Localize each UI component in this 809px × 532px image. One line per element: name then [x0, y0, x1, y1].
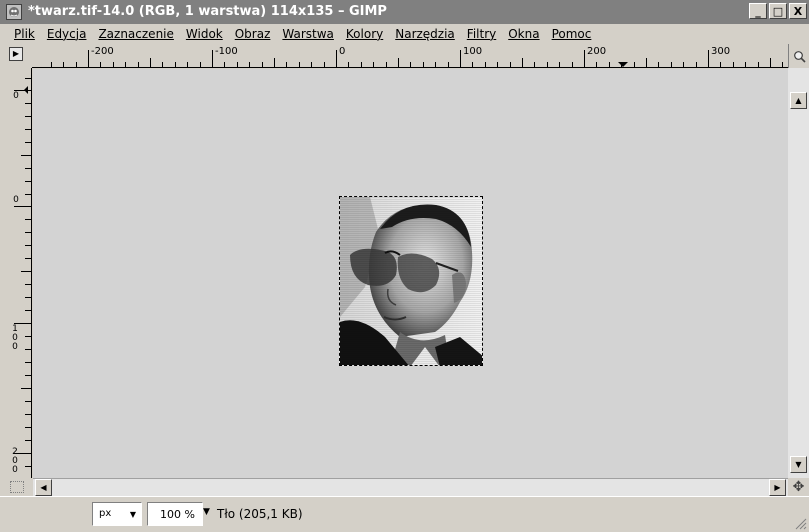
- unit-value: px: [99, 508, 112, 519]
- menu-obraz[interactable]: Obraz: [235, 27, 271, 41]
- menu-warstwa[interactable]: Warstwa: [282, 27, 334, 41]
- menu-pomoc[interactable]: Pomoc: [552, 27, 592, 41]
- quick-mask-icon: [10, 481, 24, 493]
- navigate-icon[interactable]: ✥: [788, 478, 809, 496]
- image-layer[interactable]: [339, 196, 483, 366]
- pointer-marker-icon: [618, 62, 628, 67]
- menu-zaznaczenie[interactable]: Zaznaczenie: [98, 27, 173, 41]
- menu-narzedzia[interactable]: Narzędzia: [395, 27, 455, 41]
- hruler-label: 300: [711, 46, 731, 57]
- hruler-label: 100: [463, 46, 483, 57]
- menu-bar: Plik Edycja Zaznaczenie Widok Obraz Wars…: [0, 24, 809, 44]
- menu-kolory[interactable]: Kolory: [346, 27, 383, 41]
- vruler-label: 100: [12, 324, 18, 352]
- zoom-value: 100 %: [160, 508, 195, 521]
- minimize-button[interactable]: _: [749, 3, 767, 19]
- zoom-fit-icon[interactable]: [788, 44, 809, 68]
- chevron-down-icon: ▼: [129, 510, 136, 519]
- ruler-corner: ▶: [0, 44, 32, 68]
- vruler-label: 200: [12, 447, 18, 475]
- vertical-ruler[interactable]: 0 0 100 200: [0, 68, 32, 478]
- hruler-label: 0: [339, 46, 346, 57]
- vruler-label: 0: [13, 195, 19, 205]
- hruler-label: -100: [215, 46, 238, 57]
- hruler-label: -200: [91, 46, 114, 57]
- resize-grip-icon[interactable]: [793, 516, 807, 530]
- vruler-label: 0: [13, 91, 19, 101]
- menu-plik[interactable]: Plik: [14, 27, 35, 41]
- scroll-down-button[interactable]: ▼: [790, 456, 807, 473]
- status-bar: px ▼ 100 % ▼ Tło (205,1 KB): [0, 496, 809, 532]
- horizontal-ruler-ticks: [32, 50, 788, 68]
- quick-mask-toggle[interactable]: [0, 478, 33, 496]
- menu-okna[interactable]: Okna: [508, 27, 539, 41]
- scroll-up-button[interactable]: ▲: [790, 92, 807, 109]
- menu-filtry[interactable]: Filtry: [467, 27, 496, 41]
- pointer-marker-icon: [24, 86, 28, 94]
- scroll-right-button[interactable]: ▶: [769, 479, 786, 496]
- gimp-app-icon[interactable]: [6, 4, 22, 20]
- image-canvas[interactable]: [33, 69, 788, 478]
- horizontal-scrollbar[interactable]: ◀ ▶: [33, 478, 788, 496]
- zoom-input[interactable]: 100 %: [147, 502, 203, 526]
- maximize-button[interactable]: □: [769, 3, 787, 19]
- close-button[interactable]: X: [789, 3, 807, 19]
- zoom-dropdown-icon[interactable]: ▼: [203, 507, 210, 517]
- image-menu-arrow-icon[interactable]: ▶: [9, 47, 23, 61]
- window-title: *twarz.tif-14.0 (RGB, 1 warstwa) 114x135…: [28, 4, 387, 19]
- scroll-left-button[interactable]: ◀: [35, 479, 52, 496]
- status-message: Tło (205,1 KB): [217, 507, 303, 521]
- vertical-ruler-ticks: [14, 68, 32, 478]
- title-bar: *twarz.tif-14.0 (RGB, 1 warstwa) 114x135…: [0, 0, 809, 24]
- horizontal-ruler[interactable]: -200 -100 0 100 200 300: [32, 44, 788, 68]
- unit-select[interactable]: px ▼: [92, 502, 142, 526]
- portrait-image: [340, 197, 482, 365]
- menu-widok[interactable]: Widok: [186, 27, 223, 41]
- menu-edycja[interactable]: Edycja: [47, 27, 87, 41]
- vertical-scrollbar[interactable]: ▲ ▼: [788, 68, 809, 478]
- hruler-label: 200: [587, 46, 607, 57]
